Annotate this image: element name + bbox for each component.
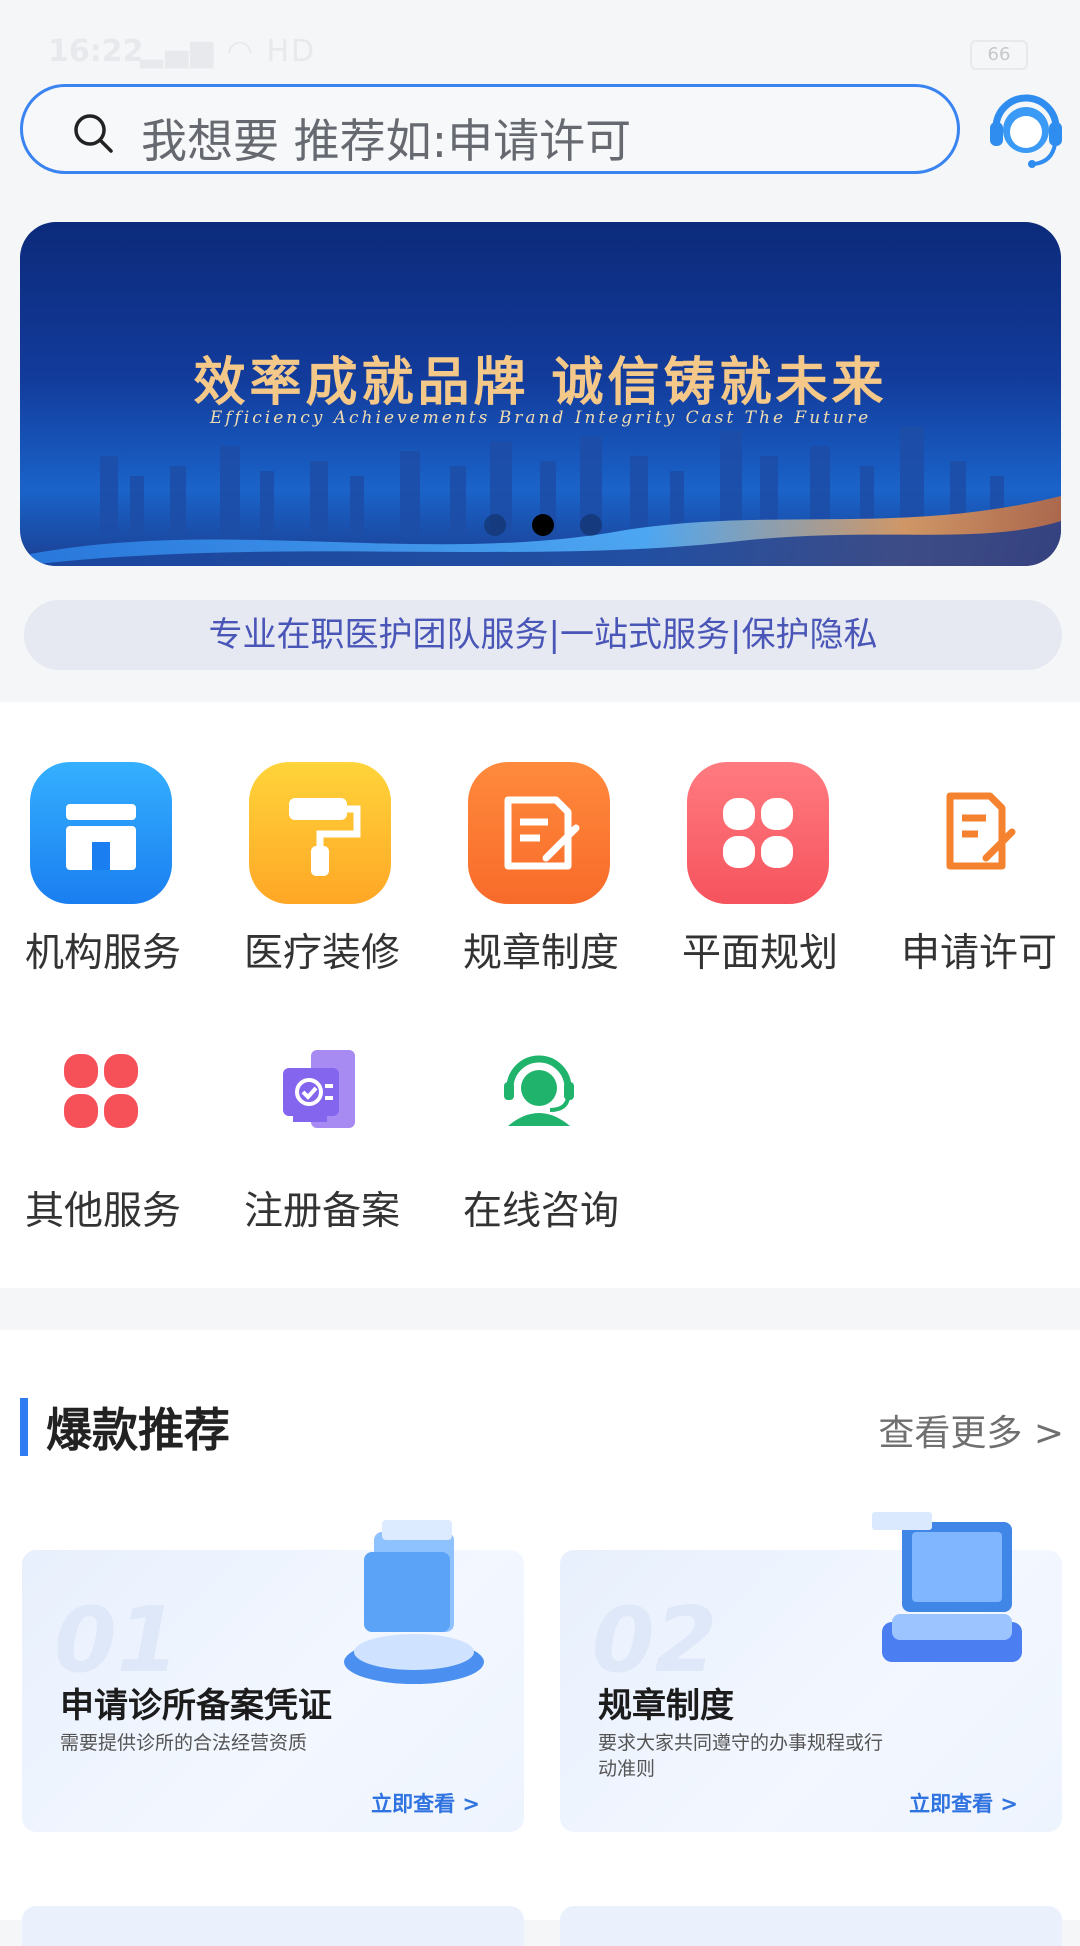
four-petal-red-icon — [64, 1054, 138, 1128]
service-label: 医疗装修 — [243, 931, 400, 976]
service-tagline: 专业在职医护团队服务|一站式服务|保护隐私 — [24, 600, 1062, 670]
service-medical-renovation[interactable]: 医疗装修 — [222, 762, 422, 982]
pagination-dot[interactable] — [580, 514, 602, 536]
card-view-link[interactable]: 立即查看 > — [909, 1788, 1018, 1818]
recommend-card[interactable]: 02 规章制度 要求大家共同遵守的办事规程或行动准则 立即查看 > — [560, 1512, 1062, 1832]
search-row: 我想要 推荐如:申请许可 — [20, 84, 1062, 180]
service-online-consult[interactable]: 在线咨询 — [441, 1020, 641, 1240]
storefront-icon — [30, 762, 172, 904]
service-apply-permit[interactable]: 申请许可 — [879, 762, 1079, 982]
banner-title: 效率成就品牌 诚信铸就未来 — [193, 352, 888, 413]
pagination-dot[interactable] — [484, 514, 506, 536]
recommend-section: 爆款推荐 查看更多 > 01 申请诊所备案凭证 需要提供诊所的合法经营资质 立即… — [0, 1330, 1080, 1946]
battery-icon: 66 — [970, 40, 1028, 70]
card-description: 需要提供诊所的合法经营资质 — [60, 1732, 308, 1754]
registration-icon — [283, 1050, 355, 1128]
banner-pagination — [0, 514, 1080, 536]
card-view-link[interactable]: 立即查看 > — [371, 1788, 480, 1818]
services-grid: 机构服务 医疗装修 规章制度 平面规划 申请许可 其他服务 注册备案 在线咨询 — [0, 702, 1080, 1288]
recommend-card-partial[interactable] — [22, 1906, 524, 1946]
card-description: 要求大家共同遵守的办事规程或行动准则 — [598, 1732, 884, 1780]
search-icon — [74, 114, 113, 153]
service-label: 平面规划 — [681, 931, 838, 976]
section-accent-bar — [20, 1398, 28, 1456]
document-edit-icon — [468, 762, 610, 904]
folder-illustration-icon — [344, 1520, 484, 1684]
service-floor-planning[interactable]: 平面规划 — [660, 762, 860, 982]
card-title: 规章制度 — [598, 1686, 734, 1726]
view-more-link[interactable]: 查看更多 > — [878, 1404, 1064, 1456]
section-title: 爆款推荐 — [46, 1403, 230, 1457]
search-input[interactable]: 我想要 推荐如:申请许可 — [20, 84, 960, 174]
pagination-dot-active[interactable] — [532, 514, 554, 536]
status-time: 16:22 — [48, 34, 144, 69]
service-label: 规章制度 — [462, 931, 619, 976]
service-label: 申请许可 — [900, 931, 1057, 976]
four-petal-icon — [687, 762, 829, 904]
recommend-card[interactable]: 01 申请诊所备案凭证 需要提供诊所的合法经营资质 立即查看 > — [22, 1520, 524, 1832]
service-label: 机构服务 — [24, 931, 181, 976]
service-label: 注册备案 — [243, 1189, 400, 1234]
service-other[interactable]: 其他服务 — [3, 1020, 203, 1240]
service-label: 其他服务 — [24, 1189, 181, 1234]
signal-icon: ▂▄▆ — [140, 34, 216, 69]
headset-agent-icon — [504, 1055, 574, 1126]
document-edit-outline-icon — [946, 792, 1016, 870]
card-title: 申请诊所备案凭证 — [60, 1686, 332, 1726]
computer-illustration-icon — [872, 1512, 1022, 1662]
service-institution[interactable]: 机构服务 — [3, 762, 203, 982]
recommend-card-partial[interactable] — [560, 1906, 1062, 1946]
customer-service-icon[interactable] — [984, 84, 1068, 174]
status-bar: 16:22 ▂▄▆ ◠ HD 66 — [0, 0, 1080, 80]
paint-roller-icon — [249, 762, 391, 904]
service-regulations[interactable]: 规章制度 — [441, 762, 641, 982]
network-type: HD — [266, 34, 317, 69]
status-network: ▂▄▆ ◠ HD — [140, 34, 316, 69]
service-registration[interactable]: 注册备案 — [222, 1020, 422, 1240]
wifi-icon: ◠ — [226, 34, 255, 69]
service-label: 在线咨询 — [462, 1189, 619, 1234]
search-placeholder: 我想要 推荐如:申请许可 — [141, 114, 632, 168]
city-skyline-image — [20, 426, 1061, 566]
